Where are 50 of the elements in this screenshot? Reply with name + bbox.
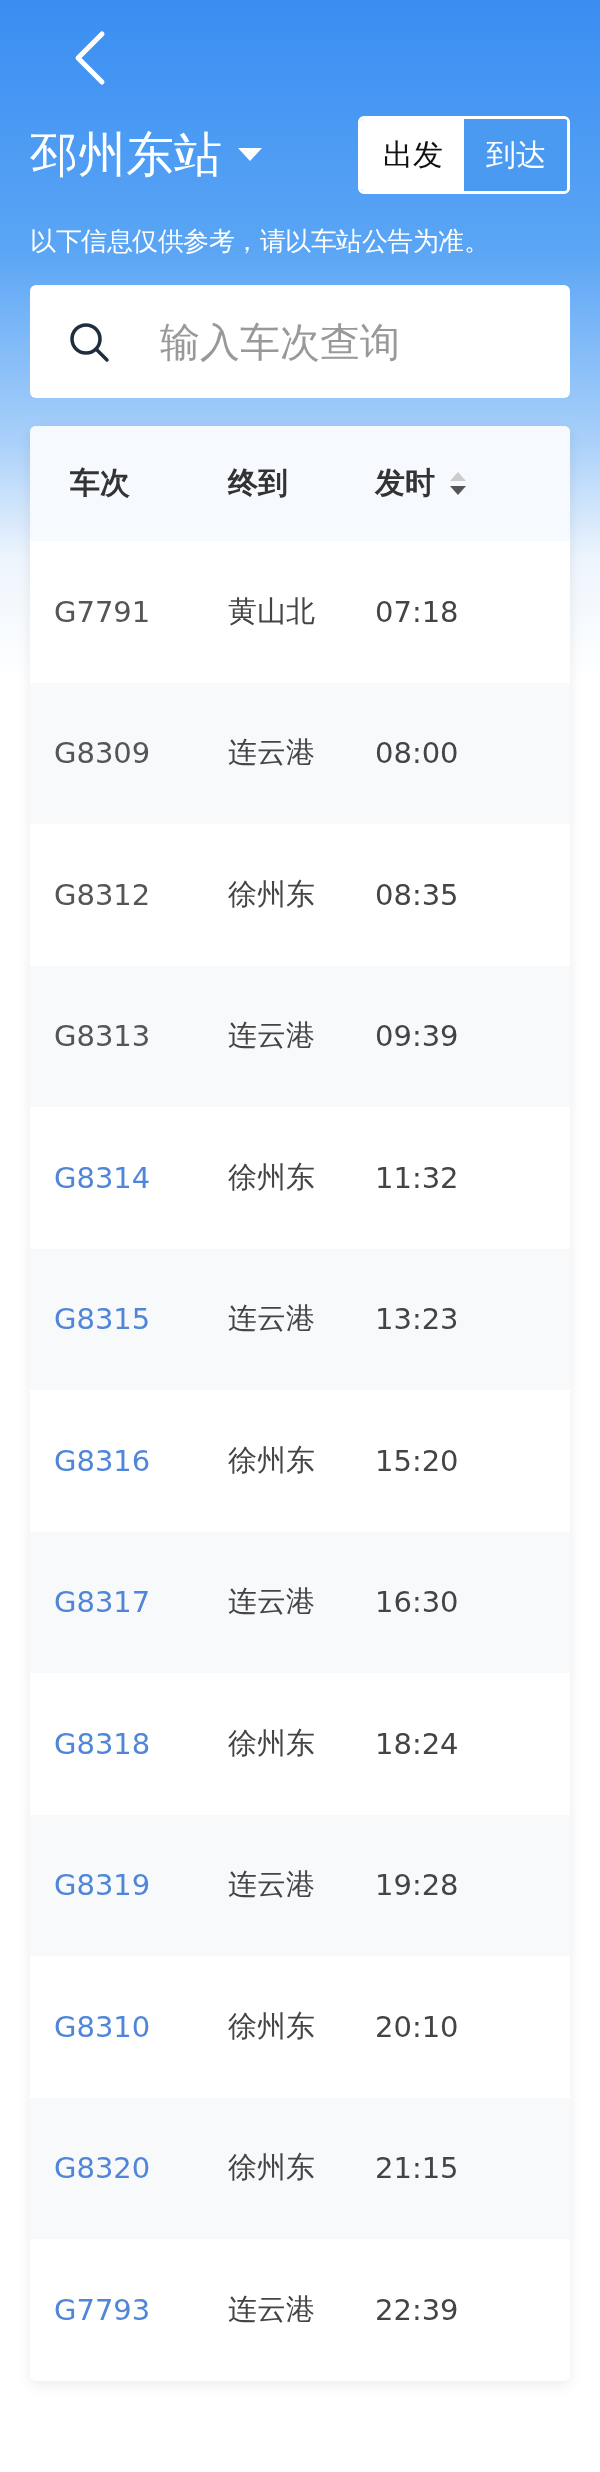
train-number: G8313 [54, 1019, 151, 1054]
train-number: G7791 [54, 594, 151, 629]
mode-tab[interactable]: 到达 [464, 119, 567, 191]
train-number[interactable]: G7793 [54, 2292, 151, 2327]
table-cell: 15:20 [375, 1443, 459, 1478]
table-cell: 徐州东 [228, 1159, 315, 1194]
table-cell: 徐州东 [228, 1442, 315, 1477]
table-cell: 22:39 [375, 2292, 459, 2327]
table-cell: 08:35 [375, 877, 459, 912]
table-cell: 徐州东 [228, 2008, 315, 2043]
station-dropdown[interactable]: 邳州东站 [30, 123, 262, 187]
train-number: G8309 [54, 736, 151, 771]
column-header: 发时 [375, 464, 435, 502]
table-cell: 徐州东 [228, 2150, 315, 2185]
train-number[interactable]: G8320 [54, 2151, 151, 2186]
table-cell: 黄山北 [228, 593, 315, 628]
column-header: 车次 [70, 464, 130, 502]
column-header: 终到 [228, 464, 288, 502]
train-number: G8312 [54, 877, 151, 912]
table-cell: 09:39 [375, 1019, 459, 1054]
table-cell: 21:15 [375, 2151, 459, 2186]
train-number[interactable]: G8317 [54, 1585, 151, 1620]
table-cell: 11:32 [375, 1160, 459, 1195]
caret-icon [238, 148, 262, 162]
notice-text: 以下信息仅供参考，请以车站公告为准。 [30, 225, 490, 258]
sort-icon[interactable] [449, 470, 467, 497]
table-cell: 连云港 [228, 735, 315, 770]
table-cell: 连云港 [228, 1867, 315, 1902]
table-cell: 08:00 [375, 736, 459, 771]
train-number[interactable]: G8316 [54, 1443, 151, 1478]
train-number[interactable]: G8314 [54, 1160, 151, 1195]
table-cell: 连云港 [228, 1301, 315, 1336]
mode-tab[interactable]: 出发 [361, 119, 464, 191]
table-cell: 徐州东 [228, 1725, 315, 1760]
table-cell: 徐州东 [228, 876, 315, 911]
table-cell: 18:24 [375, 1726, 459, 1761]
table-cell: 连云港 [228, 1584, 315, 1619]
train-number[interactable]: G8310 [54, 2009, 151, 2044]
table-cell: 13:23 [375, 1302, 459, 1337]
search-field[interactable]: 输入车次查询 [30, 285, 570, 398]
table-cell: 19:28 [375, 1868, 459, 1903]
table-cell: 20:10 [375, 2009, 459, 2044]
table-cell: 连云港 [228, 1018, 315, 1053]
table-cell: 16:30 [375, 1585, 459, 1620]
train-number[interactable]: G8315 [54, 1302, 151, 1337]
train-number[interactable]: G8319 [54, 1868, 151, 1903]
table-cell: 07:18 [375, 594, 459, 629]
train-number[interactable]: G8318 [54, 1726, 151, 1761]
search-icon [68, 321, 110, 363]
table-cell: 连云港 [228, 2291, 315, 2326]
